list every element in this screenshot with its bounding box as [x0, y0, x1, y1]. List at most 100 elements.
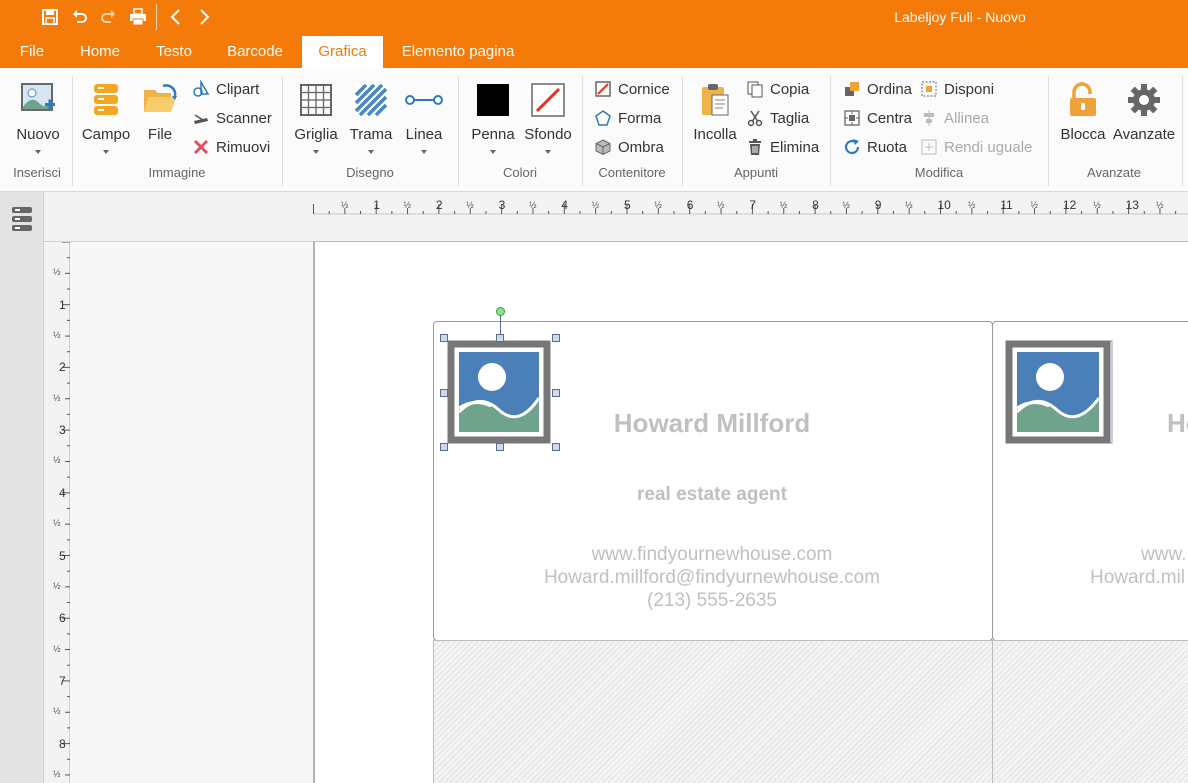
undo-icon[interactable] — [68, 6, 92, 28]
menu-tabs: File Home Testo Barcode Grafica Elemento… — [0, 36, 1188, 68]
ruler-half-mark: ½ — [53, 267, 61, 278]
align-icon — [920, 109, 938, 127]
ruler-number: 6 — [59, 611, 66, 626]
chevron-down-icon — [368, 150, 374, 154]
incolla-label: Incolla — [693, 126, 737, 143]
blocca-button[interactable]: Blocca — [1056, 76, 1110, 156]
ruler-half-mark: ½ — [528, 200, 537, 210]
disponi-label: Disponi — [944, 80, 995, 98]
tab-file[interactable]: File — [10, 36, 54, 68]
ordina-label: Ordina — [867, 80, 913, 98]
ruler-number: 11 — [1000, 198, 1013, 212]
tab-grafica[interactable]: Grafica — [302, 36, 383, 68]
cornice-button[interactable]: Cornice — [594, 77, 670, 101]
group-label-inserisci: Inserisci — [13, 165, 61, 180]
redo-icon[interactable] — [96, 6, 120, 28]
rendi-uguale-button[interactable]: Rendi uguale — [920, 135, 1032, 159]
group-separator — [830, 76, 831, 186]
resize-handle-sw[interactable] — [440, 443, 448, 451]
resize-handle-n[interactable] — [496, 334, 504, 342]
elimina-button[interactable]: Elimina — [746, 135, 819, 159]
ruler-half-mark: ½ — [53, 580, 61, 591]
grid-icon — [296, 80, 336, 120]
save-icon[interactable] — [38, 6, 62, 28]
trama-button[interactable]: Trama — [346, 76, 396, 156]
rimuovi-label: Rimuovi — [216, 138, 271, 156]
rendi-uguale-label: Rendi uguale — [944, 138, 1033, 156]
campo-label: Campo — [81, 126, 131, 143]
clipart-button[interactable]: Clipart — [192, 77, 259, 101]
pattern-icon — [351, 80, 391, 120]
penna-button[interactable]: Penna — [468, 76, 518, 156]
griglia-button[interactable]: Griglia — [290, 76, 342, 156]
scanner-button[interactable]: Scanner — [192, 106, 272, 130]
nuovo-button[interactable]: Nuovo — [8, 76, 68, 156]
resize-handle-w[interactable] — [440, 389, 448, 397]
ruler-number: 2 — [435, 198, 443, 212]
cube-icon — [594, 138, 612, 156]
avanzate-button[interactable]: Avanzate — [1110, 76, 1178, 156]
ruler-half-mark: ½ — [1155, 200, 1164, 210]
forward-icon[interactable] — [192, 6, 216, 28]
selected-image-placeholder[interactable] — [447, 340, 551, 444]
linea-button[interactable]: Linea — [400, 76, 448, 156]
resize-handle-nw[interactable] — [440, 334, 448, 342]
disabled-label-area — [433, 640, 993, 783]
label-website[interactable]: www.findyournewhouse.com — [434, 544, 990, 566]
ruler-half-mark: ½ — [53, 392, 61, 403]
ruota-button[interactable]: Ruota — [843, 135, 907, 159]
centra-label: Centra — [867, 109, 913, 127]
group-separator — [1048, 76, 1049, 186]
background-color-swatch — [528, 80, 568, 120]
window-title: Labeljoy Full - Nuovo — [894, 9, 1026, 25]
taglia-button[interactable]: Taglia — [746, 106, 809, 130]
label-email[interactable]: Howard.mil — [1090, 567, 1185, 589]
sfondo-button[interactable]: Sfondo — [520, 76, 576, 156]
campo-button[interactable]: Campo — [78, 76, 134, 156]
clipart-icon — [192, 80, 210, 98]
ruler-number: 7 — [749, 198, 757, 212]
file-button[interactable]: File — [136, 76, 184, 156]
copia-label: Copia — [770, 80, 810, 98]
sfondo-label: Sfondo — [524, 126, 572, 143]
image-placeholder[interactable] — [1005, 340, 1113, 444]
ruler-number: 4 — [59, 485, 66, 500]
resize-handle-s[interactable] — [496, 443, 504, 451]
tab-elemento-pagina[interactable]: Elemento pagina — [392, 36, 524, 68]
taglia-label: Taglia — [770, 109, 810, 127]
rimuovi-button[interactable]: Rimuovi — [192, 135, 270, 159]
incolla-button[interactable]: Incolla — [688, 76, 742, 156]
label-email[interactable]: Howard.millford@findyurnewhouse.com — [434, 567, 990, 589]
disponi-button[interactable]: Disponi — [920, 77, 994, 101]
ribbon: Nuovo Inserisci Campo File Clipart Scann… — [0, 68, 1188, 192]
ombra-button[interactable]: Ombra — [594, 135, 664, 159]
print-icon[interactable] — [126, 6, 150, 28]
ruler-number: 1 — [373, 198, 380, 212]
back-icon[interactable] — [164, 6, 188, 28]
resize-handle-ne[interactable] — [552, 334, 560, 342]
tab-testo[interactable]: Testo — [146, 36, 202, 68]
copia-button[interactable]: Copia — [746, 77, 809, 101]
ruota-label: Ruota — [867, 138, 908, 156]
remove-x-icon — [192, 138, 210, 156]
allinea-button[interactable]: Allinea — [920, 106, 989, 130]
tab-home[interactable]: Home — [70, 36, 130, 68]
ordina-button[interactable]: Ordina — [843, 77, 912, 101]
forma-button[interactable]: Forma — [594, 106, 661, 130]
fields-panel-icon[interactable] — [10, 206, 34, 237]
penna-label: Penna — [471, 126, 515, 143]
resize-handle-se[interactable] — [552, 443, 560, 451]
resize-handle-e[interactable] — [552, 389, 560, 397]
label-job-title[interactable]: real estate agent — [434, 484, 990, 506]
label-name[interactable]: Ho — [1167, 408, 1188, 439]
page-canvas[interactable]: Howard Millford real estate agent www.fi… — [313, 242, 1188, 783]
tab-barcode[interactable]: Barcode — [218, 36, 292, 68]
centra-button[interactable]: Centra — [843, 106, 912, 130]
trama-label: Trama — [349, 126, 393, 143]
label-website[interactable]: www. — [1141, 544, 1186, 566]
ruler-half-mark: ½ — [1093, 200, 1101, 210]
rotate-icon — [843, 138, 861, 156]
label-phone[interactable]: (213) 555-2635 — [434, 590, 990, 612]
center-icon — [843, 109, 861, 127]
rotation-handle[interactable] — [496, 307, 505, 316]
